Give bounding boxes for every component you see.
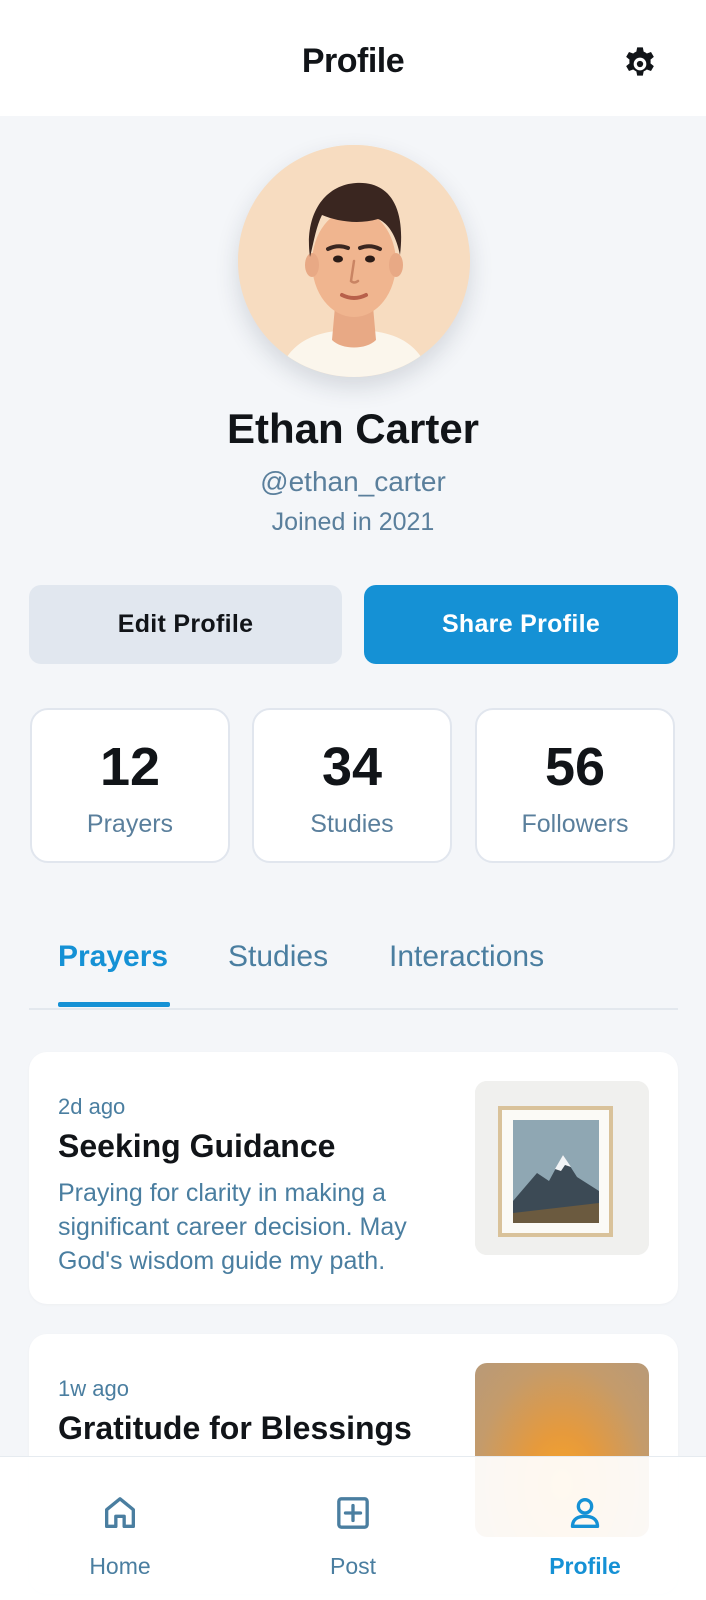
top-app-bar: Profile [0,0,706,116]
stat-label: Prayers [86,810,174,838]
page-title: Profile [301,42,405,80]
home-icon [105,1497,135,1528]
mountain-image [475,1081,649,1255]
avatar [238,145,470,377]
gear-icon[interactable] [620,44,660,84]
profile-name: Ethan Carter [226,405,480,452]
bottom-navigation: Home Post Profile [0,1456,706,1600]
active-tab-indicator [58,1002,170,1007]
avatar-illustration [238,145,470,377]
tab-interactions[interactable]: Interactions [389,940,544,974]
nav-profile[interactable]: Profile [485,1457,685,1600]
joined-date: Joined in 2021 [271,508,435,536]
nav-post[interactable]: Post [253,1457,453,1600]
tabs-divider [29,1008,678,1010]
stat-label: Followers [521,810,629,838]
stat-value: 12 [99,737,161,797]
post-title: Seeking Guidance [58,1128,336,1164]
stat-value: 34 [321,737,383,797]
stat-card-prayers[interactable]: 12 Prayers [30,708,230,863]
stat-label: Studies [310,810,394,838]
framed-mountain-picture [475,1081,649,1255]
nav-label: Home [89,1553,151,1579]
stat-card-followers[interactable]: 56 Followers [475,708,675,863]
prayer-card[interactable]: 2d ago Seeking Guidance Praying for clar… [29,1052,678,1304]
plus-square-icon [337,1497,369,1529]
profile-handle: @ethan_carter [260,466,446,497]
person-icon [570,1498,600,1528]
post-time: 2d ago [58,1094,126,1119]
tab-studies[interactable]: Studies [228,940,328,974]
nav-label: Profile [549,1553,621,1579]
nav-label: Post [329,1553,377,1579]
nav-home[interactable]: Home [20,1457,220,1600]
tab-prayers[interactable]: Prayers [58,940,168,974]
edit-profile-button[interactable]: Edit Profile [29,585,342,664]
post-title: Gratitude for Blessings [58,1410,412,1446]
post-time: 1w ago [58,1376,129,1401]
post-body: Praying for clarity in making a signific… [58,1179,407,1275]
stat-card-studies[interactable]: 34 Studies [252,708,452,863]
stat-value: 56 [544,737,606,797]
share-profile-button[interactable]: Share Profile [364,585,678,664]
